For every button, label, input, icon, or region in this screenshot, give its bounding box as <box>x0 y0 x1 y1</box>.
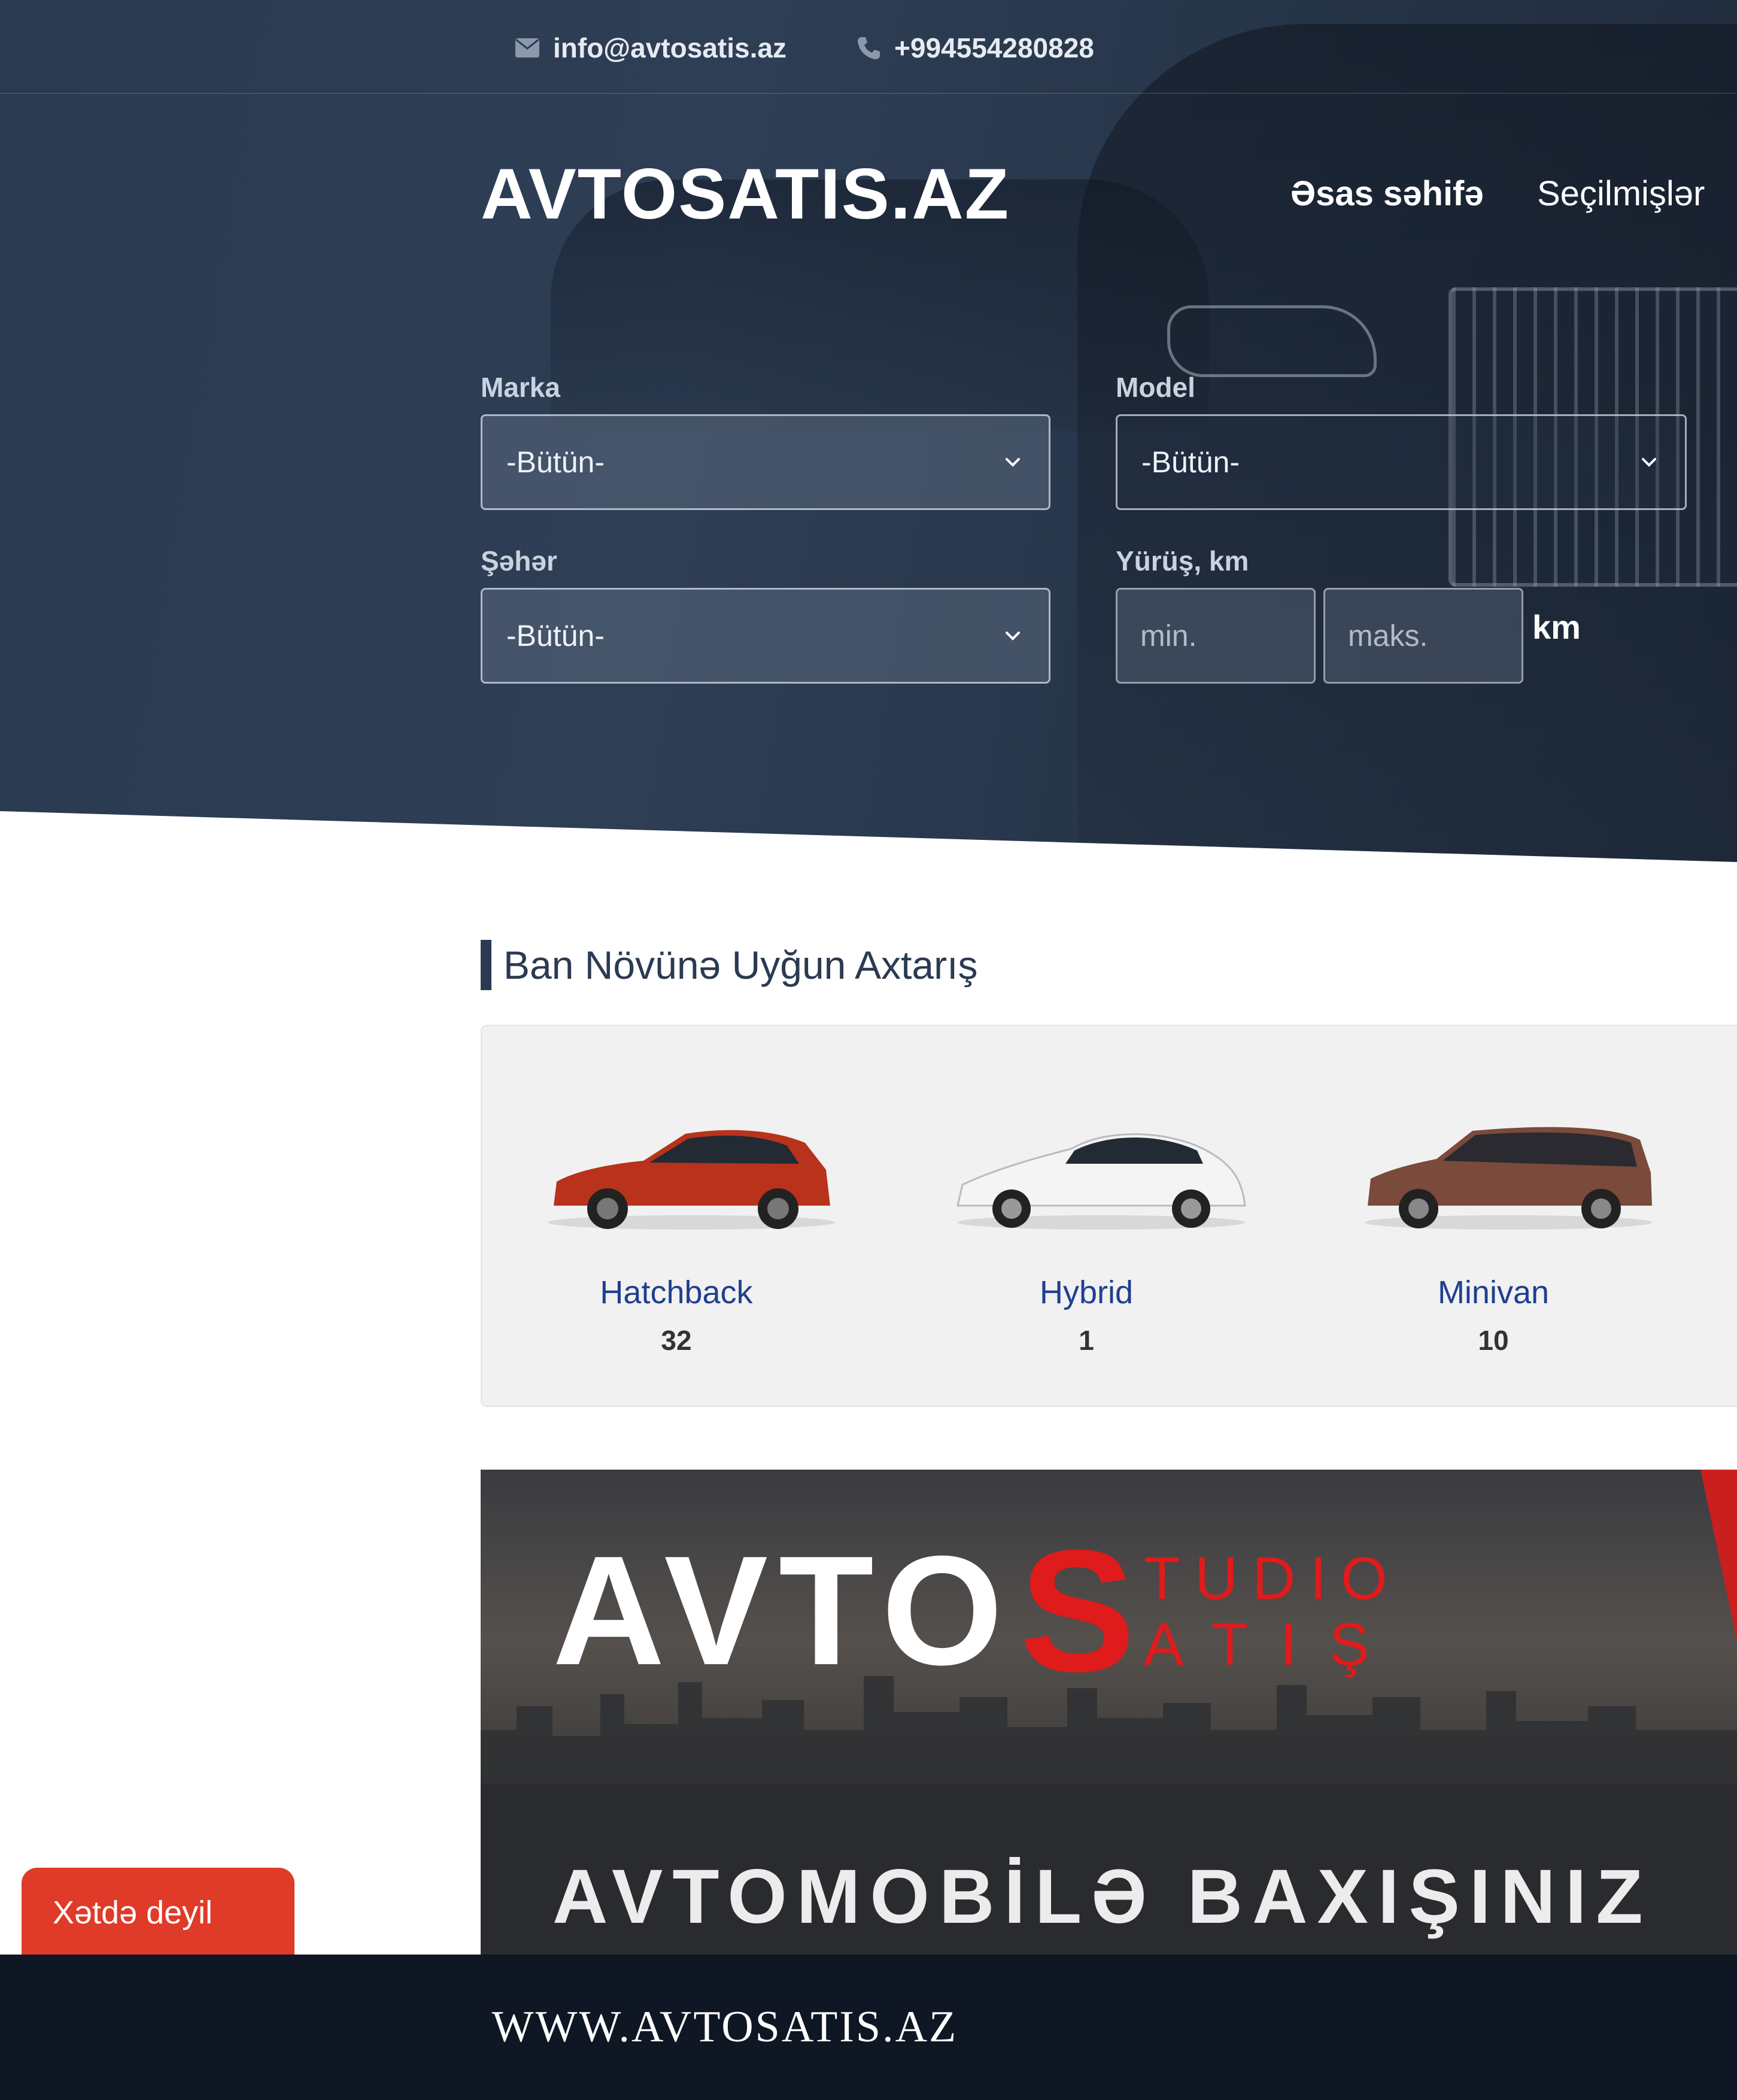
body-type-name[interactable]: Minivan <box>1302 1274 1685 1311</box>
mileage-min-input[interactable]: min. <box>1116 588 1316 684</box>
footer-url[interactable]: WWW.AVTOSATIS.AZ <box>492 2002 958 2053</box>
body-type-hatchback[interactable]: Hatchback 32 <box>485 1026 868 1408</box>
body-type-panel: Hatchback 32 Hybrid 1 Minivan 10 <box>481 1025 1737 1407</box>
contact-phone[interactable]: +994554280828 <box>856 27 1094 69</box>
chevron-down-icon <box>1006 458 1020 467</box>
body-type-name[interactable]: Hybrid <box>895 1274 1278 1311</box>
brand-s-letter: S <box>1019 1514 1135 1708</box>
title-accent-bar <box>481 940 491 990</box>
chevron-down-icon <box>1006 632 1020 641</box>
body-type-count: 1 <box>1079 1325 1094 1356</box>
mileage-unit: km <box>1532 608 1581 646</box>
body-type-minivan[interactable]: Minivan 10 <box>1302 1026 1685 1408</box>
body-type-count: 10 <box>1478 1325 1509 1356</box>
body-type-name[interactable]: Hatchback <box>485 1274 868 1311</box>
envelope-icon <box>515 35 540 60</box>
email-text: info@avtosatis.az <box>553 32 786 63</box>
mileage-max-input[interactable]: maks. <box>1323 588 1523 684</box>
city-select-value: -Bütün- <box>506 619 605 653</box>
contact-email[interactable]: info@avtosatis.az <box>515 27 786 69</box>
topbar-divider <box>0 93 1737 94</box>
model-select[interactable]: -Bütün- <box>1116 414 1687 510</box>
city-label: Şəhər <box>481 545 557 576</box>
marka-label: Marka <box>481 372 560 403</box>
body-type-hybrid[interactable]: Hybrid 1 <box>895 1026 1278 1408</box>
car-image <box>548 1130 835 1230</box>
phone-icon <box>856 35 881 60</box>
promo-banner[interactable]: AVTO S TUDIO ATIŞ AVTOMOBİLƏ BAXIŞINIZ <box>481 1470 1737 1955</box>
nav-favorites[interactable]: Seçilmişlər <box>1537 174 1705 214</box>
banner-tagline: AVTOMOBİLƏ BAXIŞINIZ <box>552 1854 1653 1940</box>
car-image <box>956 1133 1246 1230</box>
hero-car-headlight <box>1167 305 1377 377</box>
body-type-count: 32 <box>661 1325 692 1356</box>
nav-home[interactable]: Əsas səhifə <box>1290 174 1484 214</box>
footer-bar: WWW.AVTOSATIS.AZ <box>0 1955 1737 2100</box>
brand-stack: TUDIO ATIŞ <box>1144 1546 1402 1677</box>
body-type-title-text: Ban Növünə Uyğun Axtarış <box>503 943 978 987</box>
site-logo[interactable]: AVTOSATIS.AZ <box>481 153 1010 235</box>
body-type-section-title: Ban Növünə Uyğun Axtarış <box>481 940 977 990</box>
marka-select-value: -Bütün- <box>506 445 605 479</box>
mileage-label: Yürüş, km <box>1116 545 1249 576</box>
banner-brand-logo: AVTO S TUDIO ATIŞ <box>552 1512 1402 1711</box>
brand-studio-text: TUDIO <box>1143 1544 1402 1612</box>
chat-status-button[interactable]: Xətdə deyil <box>22 1868 294 1958</box>
city-select[interactable]: -Bütün- <box>481 588 1050 684</box>
marka-select[interactable]: -Bütün- <box>481 414 1050 510</box>
brand-atis-text: ATIŞ <box>1143 1610 1402 1678</box>
model-select-value: -Bütün- <box>1141 445 1240 479</box>
phone-text: +994554280828 <box>894 32 1094 63</box>
brand-avto-text: AVTO <box>552 1524 1014 1698</box>
car-image <box>1365 1127 1652 1230</box>
model-label: Model <box>1116 372 1195 403</box>
chevron-down-icon <box>1642 458 1656 467</box>
